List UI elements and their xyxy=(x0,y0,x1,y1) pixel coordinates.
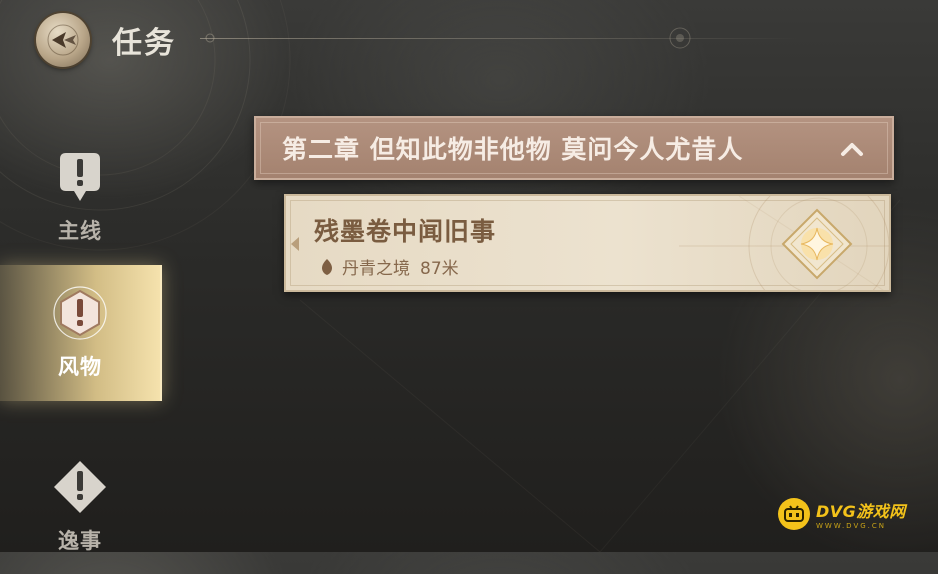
quest-title: 残墨卷中闻旧事 xyxy=(314,217,497,246)
watermark-name: DVG游戏网 xyxy=(816,502,906,521)
chapter-title: 第二章 但知此物非他物 莫问今人尤昔人 xyxy=(282,135,744,164)
header-divider xyxy=(200,38,800,39)
page-title: 任务 xyxy=(112,26,176,61)
chevron-up-icon[interactable] xyxy=(840,138,864,160)
site-watermark: DVG游戏网 WWW.DVG.CN xyxy=(778,498,906,530)
quest-location: 丹青之境 87米 xyxy=(322,254,459,279)
nav-tab-main-quest[interactable]: 主线 xyxy=(0,130,160,264)
chapter-header[interactable]: 第二章 但知此物非他物 莫问今人尤昔人 xyxy=(254,116,894,180)
exclamation-bubble-icon xyxy=(60,153,100,201)
exclamation-diamond-icon xyxy=(54,461,106,513)
quest-card[interactable]: 残墨卷中闻旧事 丹青之境 87米 xyxy=(284,194,891,292)
nav-tab-anecdote[interactable]: 逸事 xyxy=(0,440,160,574)
nav-tab-scenery[interactable]: 风物 xyxy=(0,265,162,401)
back-button[interactable] xyxy=(36,13,90,67)
nav-label-anecdote: 逸事 xyxy=(58,529,102,553)
back-arrow-icon xyxy=(47,24,79,56)
quest-location-name: 丹青之境 xyxy=(342,259,410,279)
sparkle-diamond-icon xyxy=(781,208,853,280)
nav-label-scenery: 风物 xyxy=(58,355,102,379)
nav-label-main-quest: 主线 xyxy=(58,219,102,243)
page-header: 任务 xyxy=(36,12,176,68)
location-pin-icon xyxy=(322,258,332,275)
watermark-logo-icon xyxy=(778,498,810,530)
exclamation-hexagon-icon xyxy=(53,286,107,340)
watermark-url: WWW.DVG.CN xyxy=(816,522,887,530)
card-arrow-icon xyxy=(291,237,299,251)
quest-distance: 87米 xyxy=(420,259,459,279)
